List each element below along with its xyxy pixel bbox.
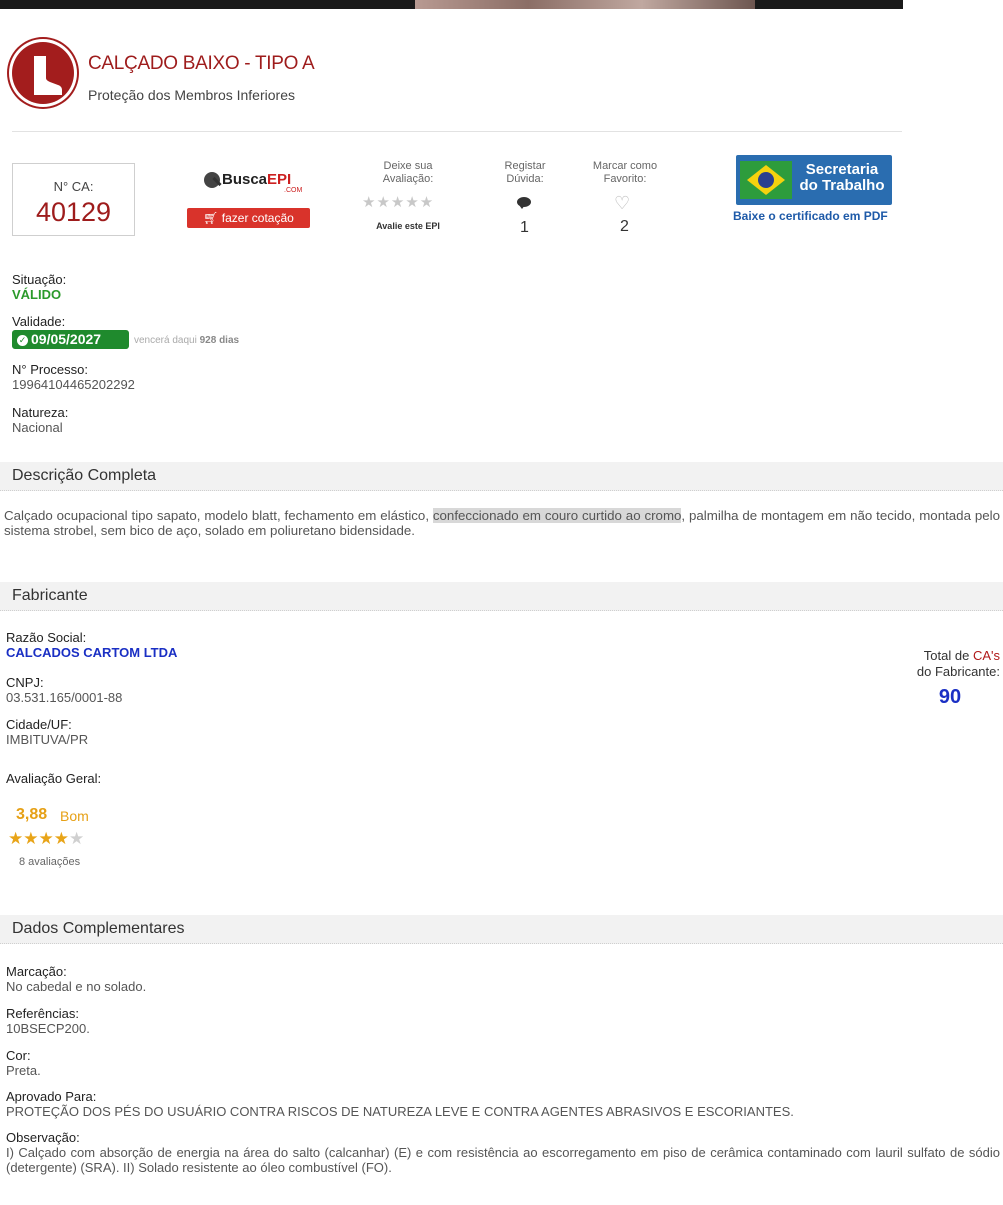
section-complementares: Dados Complementares [0, 915, 1003, 944]
ca-number-box: N° CA: 40129 [12, 163, 135, 236]
cor-label: Cor: [6, 1048, 31, 1063]
favorite-label-line1: Marcar como [592, 160, 658, 172]
ca-number: 40129 [35, 197, 112, 227]
total-red: CA's [972, 648, 1000, 663]
header-divider [12, 131, 902, 132]
aprovado-value: PROTEÇÃO DOS PÉS DO USUÁRIO CONTRA RISCO… [6, 1104, 794, 1119]
aprovado-label: Aprovado Para: [6, 1089, 97, 1104]
quote-button[interactable]: 🛒︎ fazer cotação [187, 208, 310, 228]
rate-label-line1: Deixe sua [383, 160, 433, 172]
cor-value: Preta. [6, 1063, 41, 1078]
ca-label: N° CA: [53, 179, 94, 194]
doubt-label: Registar Dúvida: [492, 160, 558, 186]
observacao-label: Observação: [6, 1130, 80, 1145]
favorite-label-line2: Favorito: [603, 173, 647, 185]
logo-epi: EPI [267, 171, 292, 188]
heart-icon[interactable]: ♡ [614, 193, 630, 214]
rating-stars: ★★★★★ [8, 829, 84, 849]
descricao-heading: Descrição Completa [12, 467, 157, 484]
rate-stars[interactable]: ★★★★★ [362, 193, 434, 211]
fabricante-heading: Fabricante [12, 587, 88, 604]
chat-icon[interactable] [517, 197, 531, 209]
boot-icon [12, 42, 74, 104]
observacao-value: I) Calçado com absorção de energia na ár… [6, 1145, 1000, 1175]
page-subtitle: Proteção dos Membros Inferiores [88, 87, 295, 103]
total-suffix: do Fabricante: [916, 664, 1000, 679]
favorite-label: Marcar como Favorito: [585, 160, 665, 186]
brazil-flag-icon [740, 161, 792, 199]
rating-word: Bom [60, 808, 89, 824]
processo-value: 19964104465202292 [12, 377, 135, 392]
validade-label: Validade: [12, 314, 66, 329]
logo-com: .COM [284, 187, 303, 194]
logo-busca: Busca [222, 171, 268, 188]
referencias-value: 10BSECP200. [6, 1021, 90, 1036]
rate-label-line2: Avaliação: [382, 173, 434, 185]
doubt-label-line1: Registar [504, 160, 546, 172]
rating-count: 8 avaliações [19, 856, 81, 868]
avaliacao-label: Avaliação Geral: [6, 771, 102, 786]
section-fabricante: Fabricante [0, 582, 1003, 611]
rating-value: 3,88 [16, 806, 48, 823]
stars-empty: ★ [68, 829, 85, 848]
vence-days: 928 dias [199, 335, 240, 346]
razao-label: Razão Social: [6, 630, 87, 645]
banner-photo [415, 0, 755, 9]
total-ca-count[interactable]: 90 [920, 686, 980, 709]
descricao-text: Calçado ocupacional tipo sapato, modelo … [4, 508, 1000, 538]
cnpj-label: CNPJ: [6, 675, 44, 690]
natureza-label: Natureza: [12, 405, 69, 420]
favorite-count: 2 [620, 218, 629, 235]
doubt-count: 1 [520, 219, 529, 236]
razao-value[interactable]: CALCADOS CARTOM LTDA [6, 645, 177, 660]
buscaepi-logo[interactable]: BuscaEPI .COM [204, 170, 304, 196]
magnifier-icon [204, 172, 220, 188]
complementares-heading: Dados Complementares [12, 920, 185, 937]
vence-prefix: vencerá daqui [134, 335, 197, 346]
descricao-part1: Calçado ocupacional tipo sapato, modelo … [4, 508, 433, 523]
check-icon: ✓ [17, 335, 28, 346]
secretaria-line1: Secretaria [805, 161, 879, 178]
section-descricao: Descrição Completa [0, 462, 1003, 491]
processo-label: N° Processo: [12, 362, 89, 377]
total-prefix: Total de [923, 648, 973, 663]
top-banner [0, 0, 903, 9]
quote-button-label: fazer cotação [221, 211, 294, 225]
vence-info: vencerá daqui 928 dias [134, 335, 239, 346]
descricao-highlight: confeccionado em couro curtido ao cromo [432, 508, 682, 523]
total-ca-label: Total de CA's do Fabricante: [880, 648, 1000, 680]
referencias-label: Referências: [6, 1006, 79, 1021]
situacao-value: VÁLIDO [12, 287, 62, 302]
rate-label: Deixe sua Avaliação: [366, 160, 450, 186]
cidade-value: IMBITUVA/PR [6, 732, 89, 747]
cnpj-value: 03.531.165/0001-88 [6, 690, 123, 705]
situacao-label: Situação: [12, 272, 67, 287]
secretaria-line2: do Trabalho [799, 177, 885, 194]
natureza-value: Nacional [12, 420, 63, 435]
cidade-label: Cidade/UF: [6, 717, 72, 732]
validade-date: 09/05/2027 [31, 331, 102, 347]
secretaria-badge[interactable]: Secretaria do Trabalho [736, 155, 892, 205]
download-pdf-link[interactable]: Baixe o certificado em PDF [733, 209, 888, 223]
validade-badge: ✓ 09/05/2027 [12, 330, 129, 349]
marcacao-value: No cabedal e no solado. [6, 979, 147, 994]
doubt-label-line2: Dúvida: [506, 173, 544, 185]
stars-filled: ★★★★ [8, 829, 69, 848]
rate-cta[interactable]: Avalie este EPI [366, 221, 450, 231]
marcacao-label: Marcação: [6, 964, 67, 979]
cart-icon: 🛒︎ [203, 211, 219, 225]
page-title: CALÇADO BAIXO - TIPO A [88, 53, 315, 74]
